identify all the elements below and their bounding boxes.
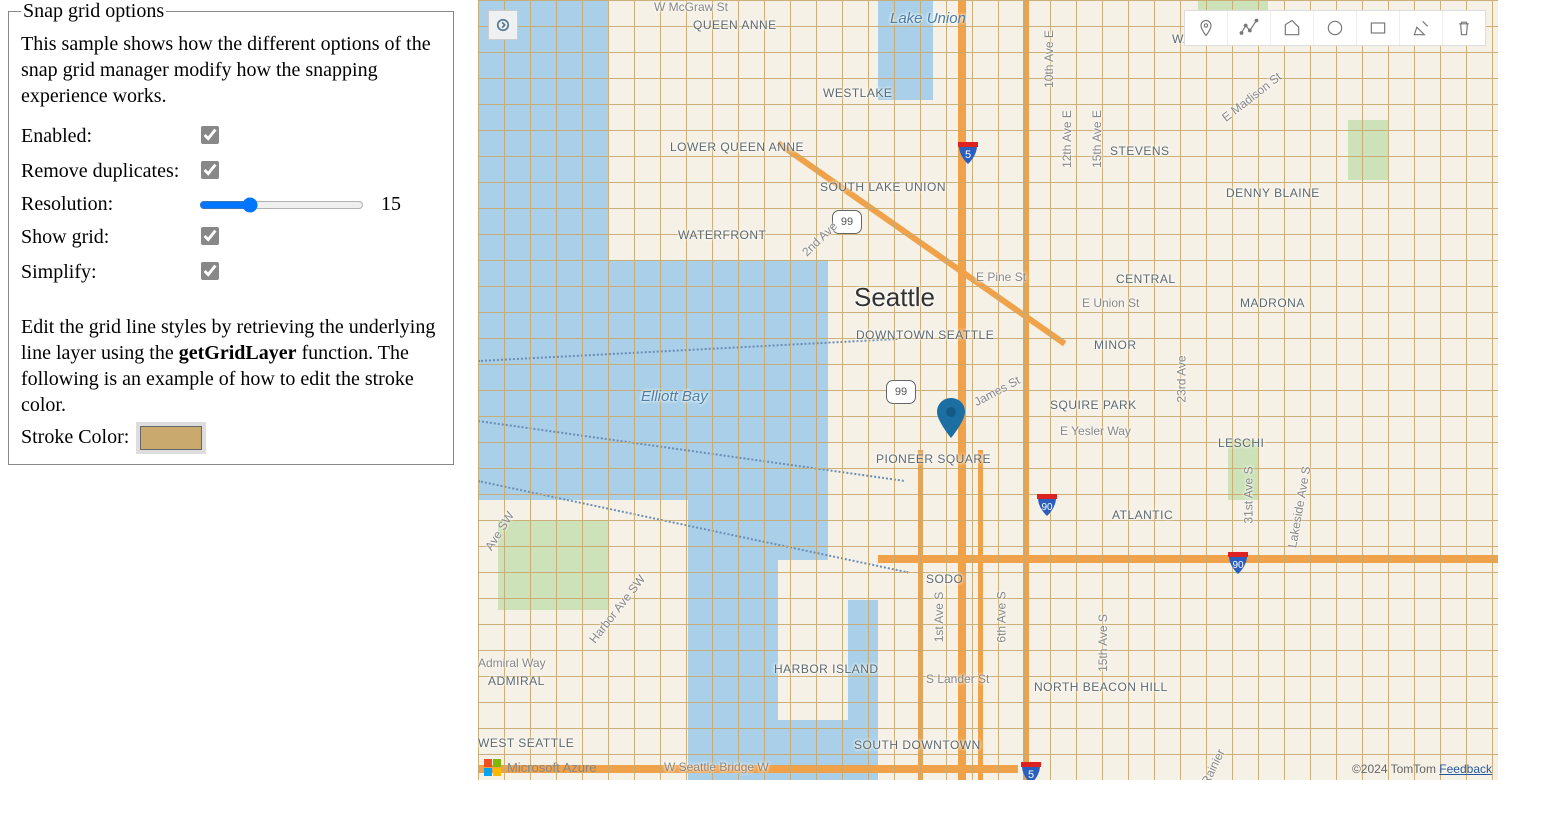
park (498, 520, 608, 610)
draw-rectangle-button[interactable] (1356, 11, 1399, 45)
area-label: WEST SEATTLE (478, 736, 574, 750)
resolution-label: Resolution: (21, 189, 197, 220)
land (1308, 0, 1498, 780)
expand-panel-button[interactable] (488, 10, 518, 40)
svg-text:5: 5 (965, 149, 971, 161)
road (918, 450, 923, 780)
lake-union-label: Lake Union (890, 10, 966, 27)
remove-duplicates-label: Remove duplicates: (21, 154, 197, 189)
street-label: Admiral Way (478, 656, 546, 670)
area-label: SOUTH DOWNTOWN (854, 738, 981, 752)
road-i90 (878, 555, 1498, 563)
drawing-toolbar (1184, 10, 1486, 46)
area-label: STEVENS (1110, 144, 1170, 158)
area-label: NORTH BEACON HILL (1034, 680, 1168, 694)
area-label: WESTLAKE (823, 86, 892, 100)
map-canvas[interactable]: 99 99 5 90 90 5 Seattle Elliott Bay Lake… (478, 0, 1498, 780)
area-label: LOWER QUEEN ANNE (670, 140, 804, 154)
road-sr99 (1023, 0, 1029, 780)
microsoft-logo-icon (484, 759, 501, 776)
erase-geometry-button[interactable] (1442, 11, 1485, 45)
street-label: W McGraw St (654, 0, 728, 14)
park (1348, 120, 1388, 180)
street-label: E Pine St (976, 270, 1026, 284)
elliott-bay-label: Elliott Bay (641, 388, 708, 405)
area-label: SOUTH LAKE UNION (820, 180, 946, 194)
enabled-checkbox[interactable] (201, 126, 219, 144)
remove-duplicates-checkbox[interactable] (201, 161, 219, 179)
street-label: 31st Ave S (1242, 466, 1256, 523)
area-label: ATLANTIC (1112, 508, 1173, 522)
draw-polygon-button[interactable] (1270, 11, 1313, 45)
shield-i5: 5 (1019, 760, 1043, 780)
street-label: 15th Ave E (1090, 110, 1104, 168)
street-label: E Yesler Way (1060, 424, 1131, 438)
draw-point-button[interactable] (1185, 11, 1227, 45)
shield-i90: 90 (1226, 550, 1250, 576)
options-panel: Snap grid options This sample shows how … (8, 0, 454, 465)
stroke-color-picker[interactable] (140, 426, 202, 450)
street-label: 1st Ave S (932, 592, 946, 642)
shield-sr99: 99 (886, 380, 916, 404)
road (978, 450, 983, 780)
area-label: HARBOR ISLAND (774, 662, 879, 676)
area-label: CENTRAL (1116, 272, 1176, 286)
area-label: LESCHI (1218, 436, 1264, 450)
svg-text:90: 90 (1041, 502, 1053, 513)
feedback-link[interactable]: Feedback (1439, 762, 1492, 776)
map-attribution: Microsoft Azure (484, 759, 597, 776)
show-grid-label: Show grid: (21, 220, 197, 255)
area-label: QUEEN ANNE (693, 18, 777, 32)
panel-description: This sample shows how the different opti… (21, 31, 441, 109)
area-label: SODO (926, 572, 963, 586)
area-label: MADRONA (1240, 296, 1305, 310)
area-label: SQUIRE PARK (1050, 398, 1137, 412)
street-label: 23rd Ave (1175, 355, 1189, 402)
street-label: 6th Ave S (995, 591, 1009, 642)
street-label: W Seattle Bridge W (664, 760, 769, 774)
area-label: MINOR (1094, 338, 1137, 352)
edit-geometry-button[interactable] (1399, 11, 1442, 45)
land (778, 560, 848, 720)
area-label: PIONEER SQUARE (876, 452, 991, 466)
city-label: Seattle (854, 282, 935, 313)
shield-i90: 90 (1035, 492, 1059, 518)
area-label: DOWNTOWN SEATTLE (856, 328, 994, 342)
area-label: DENNY BLAINE (1226, 186, 1320, 200)
stroke-color-label: Stroke Color: (21, 426, 129, 448)
street-label: 12th Ave E (1060, 110, 1074, 168)
area-label: WATERFRONT (678, 228, 766, 242)
panel-legend: Snap grid options (21, 0, 166, 23)
simplify-label: Simplify: (21, 255, 197, 290)
road-i5 (958, 0, 966, 780)
street-label: 15th Ave S (1096, 614, 1110, 672)
map-marker-pin[interactable] (936, 398, 966, 438)
svg-text:90: 90 (1232, 560, 1244, 571)
street-label: S Lander St (926, 672, 989, 686)
options-table: Enabled: Remove duplicates: Resolution: … (21, 119, 407, 290)
show-grid-checkbox[interactable] (201, 227, 219, 245)
enabled-label: Enabled: (21, 119, 197, 154)
draw-line-button[interactable] (1227, 11, 1270, 45)
street-label: 10th Ave E (1042, 30, 1056, 88)
shield-i5: 5 (956, 140, 980, 166)
resolution-slider[interactable] (199, 197, 364, 213)
simplify-checkbox[interactable] (201, 262, 219, 280)
stroke-description: Edit the grid line styles by retrieving … (21, 314, 441, 418)
area-label: ADMIRAL (488, 674, 545, 688)
street-label: E Union St (1082, 296, 1139, 310)
draw-circle-button[interactable] (1313, 11, 1356, 45)
resolution-value: 15 (381, 193, 401, 215)
map-copyright: ©2024 TomTom Feedback (1352, 762, 1492, 776)
svg-text:5: 5 (1028, 769, 1034, 780)
